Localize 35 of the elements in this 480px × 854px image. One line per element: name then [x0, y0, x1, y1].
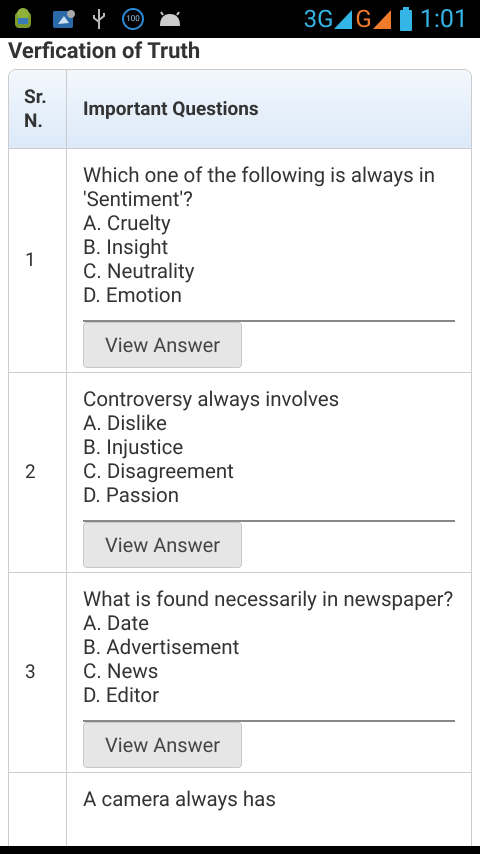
question-text: A camera always has	[83, 788, 277, 812]
answer-option: D. Passion	[83, 484, 455, 508]
clock-time: 1:01	[420, 6, 468, 32]
question-text: Which one of the following is always in 'Sentiment'?	[83, 164, 436, 212]
answer-option: A. Cruelty	[83, 212, 455, 236]
table-cell-text: 1	[25, 247, 36, 274]
answer-option: C. Disagreement	[83, 460, 455, 484]
answer-option: D. Editor	[83, 684, 455, 708]
question-text: Controversy always involves	[83, 388, 340, 412]
page-title: Verfication of Truth	[8, 38, 202, 66]
answer-option: B. Advertisement	[83, 636, 455, 660]
column-header: Sr. N.	[24, 85, 48, 133]
network-label: G	[355, 7, 372, 31]
battery-icon	[400, 7, 412, 31]
answer-option: A. Dislike	[83, 412, 455, 436]
answer-option: A. Date	[83, 612, 455, 636]
table-cell-text: 3	[25, 659, 36, 686]
network-label: 3G	[304, 7, 334, 31]
signal-icon	[333, 8, 354, 30]
image-icon	[52, 8, 76, 30]
view-answer-button[interactable]: View Answer	[83, 522, 242, 568]
view-answer-button[interactable]: View Answer	[83, 322, 242, 368]
answer-option: C. News	[83, 660, 455, 684]
table-cell-text: 2	[25, 459, 36, 486]
question-text: What is found necessarily in newspaper?	[83, 588, 454, 612]
answer-option: D. Emotion	[83, 284, 455, 308]
usb-icon	[92, 8, 106, 30]
answer-option: B. Insight	[83, 236, 455, 260]
robot-icon	[158, 11, 182, 27]
answer-option: B. Injustice	[83, 436, 455, 460]
column-header: Important Questions	[83, 96, 259, 122]
signal-icon	[372, 8, 392, 30]
answer-option: C. Neutrality	[83, 260, 455, 284]
view-answer-button[interactable]: View Answer	[83, 722, 242, 768]
battery-level-badge: 100	[122, 8, 144, 30]
